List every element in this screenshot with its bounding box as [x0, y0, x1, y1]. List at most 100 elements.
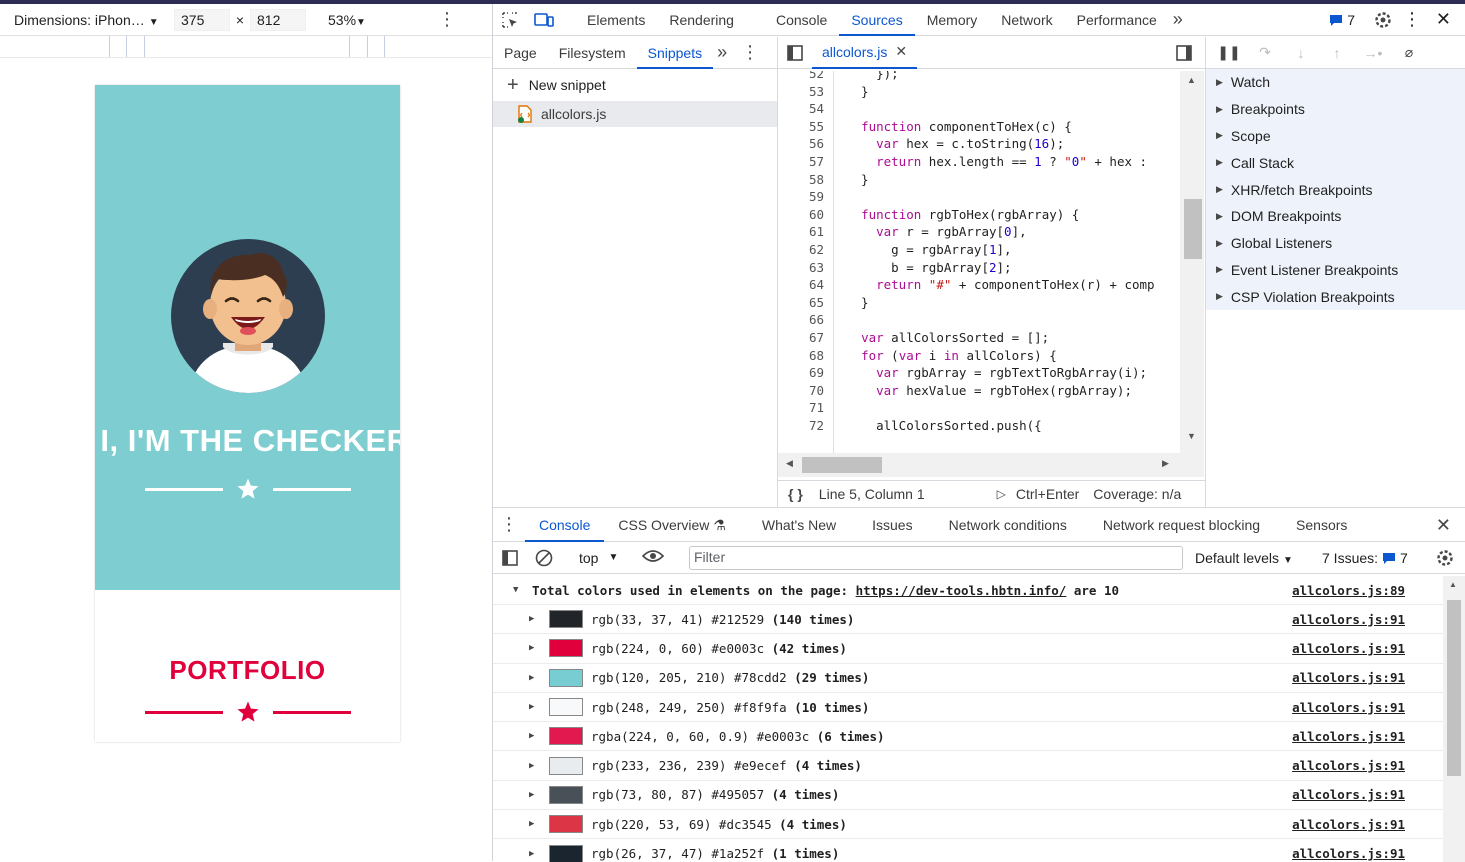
- close-devtools-icon[interactable]: ✕: [1436, 9, 1451, 30]
- code-line[interactable]: 56 var hex = c.toString(16);: [778, 135, 1178, 153]
- drawer-tab-console[interactable]: Console: [525, 508, 605, 542]
- console-color-row[interactable]: ▶ rgb(26, 37, 47) #1a252f (1 times) allcol…: [493, 839, 1443, 862]
- step-over-icon[interactable]: ↷: [1248, 44, 1282, 61]
- expanded-triangle-icon[interactable]: ▼: [513, 585, 518, 595]
- line-number[interactable]: 54: [778, 100, 824, 118]
- line-number[interactable]: 60: [778, 206, 824, 224]
- editor-file-tab[interactable]: allcolors.js ✕: [812, 37, 918, 69]
- debugger-section-csp-violation-breakpoints[interactable]: ▶ CSP Violation Breakpoints: [1206, 283, 1465, 310]
- console-source-link[interactable]: allcolors.js:91: [1292, 758, 1405, 773]
- console-source-link[interactable]: allcolors.js:91: [1292, 787, 1405, 802]
- debugger-section-scope[interactable]: ▶ Scope: [1206, 123, 1465, 150]
- tab-filesystem[interactable]: Filesystem: [548, 37, 637, 69]
- debugger-section-global-listeners[interactable]: ▶ Global Listeners: [1206, 230, 1465, 257]
- drawer-tab-css-overview[interactable]: CSS Overview ⚗: [604, 508, 739, 542]
- collapsed-triangle-icon[interactable]: ▶: [529, 614, 534, 624]
- emulated-page-viewport[interactable]: I, I'M THE CHECKER PORTFOLIO: [95, 85, 400, 742]
- media-query-ruler[interactable]: [0, 36, 492, 58]
- line-number[interactable]: 64: [778, 276, 824, 294]
- console-source-link[interactable]: allcolors.js:91: [1292, 846, 1405, 861]
- tab-elements[interactable]: Elements: [575, 4, 657, 36]
- console-color-row[interactable]: ▶ rgb(248, 249, 250) #f8f9fa (10 times) al…: [493, 693, 1443, 723]
- line-number[interactable]: 57: [778, 153, 824, 171]
- step-into-icon[interactable]: ↓: [1284, 45, 1318, 61]
- toggle-navigator-icon[interactable]: [778, 37, 812, 69]
- debugger-section-watch[interactable]: ▶ Watch: [1206, 69, 1465, 96]
- pretty-print-icon[interactable]: { }: [788, 486, 803, 502]
- line-number[interactable]: 62: [778, 241, 824, 259]
- drawer-tab-issues[interactable]: Issues: [858, 508, 926, 542]
- tab-performance[interactable]: Performance: [1065, 4, 1169, 36]
- live-expression-eye-icon[interactable]: [642, 549, 665, 566]
- debugger-section-call-stack[interactable]: ▶ Call Stack: [1206, 149, 1465, 176]
- tab-sources[interactable]: Sources: [839, 4, 915, 36]
- code-area[interactable]: 52 }); 53 } 54 55 function componentToHex(c…: [778, 71, 1178, 477]
- code-line[interactable]: 66: [778, 311, 1178, 329]
- line-number[interactable]: 71: [778, 399, 824, 417]
- drawer-tab-sensors[interactable]: Sensors: [1282, 508, 1361, 542]
- debugger-section-breakpoints[interactable]: ▶ Breakpoints: [1206, 96, 1465, 123]
- code-line[interactable]: 68 for (var i in allColors) {: [778, 347, 1178, 365]
- code-line[interactable]: 70 var hexValue = rgbToHex(rgbArray);: [778, 382, 1178, 400]
- line-number[interactable]: 65: [778, 294, 824, 312]
- code-line[interactable]: 62 g = rgbArray[1],: [778, 241, 1178, 259]
- code-line[interactable]: 67 var allColorsSorted = [];: [778, 329, 1178, 347]
- debugger-section-event-listener-breakpoints[interactable]: ▶ Event Listener Breakpoints: [1206, 257, 1465, 284]
- collapsed-triangle-icon[interactable]: ▶: [529, 643, 534, 653]
- collapsed-triangle-icon[interactable]: ▶: [529, 731, 534, 741]
- line-number[interactable]: 52: [778, 71, 824, 83]
- device-more-options-icon[interactable]: ⋮: [438, 9, 456, 30]
- line-number[interactable]: 58: [778, 171, 824, 189]
- drawer-tab-network-request-blocking[interactable]: Network request blocking: [1089, 508, 1274, 542]
- console-source-link[interactable]: allcolors.js:91: [1292, 641, 1405, 656]
- collapsed-triangle-icon[interactable]: ▶: [529, 702, 534, 712]
- code-line[interactable]: 54: [778, 100, 1178, 118]
- run-snippet-icon[interactable]: ▷: [997, 487, 1006, 501]
- inspect-element-icon[interactable]: [493, 4, 527, 36]
- zoom-dropdown[interactable]: 53%▼: [328, 12, 438, 28]
- code-line[interactable]: 58 }: [778, 171, 1178, 189]
- code-line[interactable]: 69 var rgbArray = rgbTextToRgbArray(i);: [778, 364, 1178, 382]
- line-number[interactable]: 56: [778, 135, 824, 153]
- settings-gear-icon[interactable]: [1373, 10, 1393, 30]
- close-tab-icon[interactable]: ✕: [895, 43, 907, 60]
- line-number[interactable]: 67: [778, 329, 824, 347]
- tab-memory[interactable]: Memory: [915, 4, 990, 36]
- drawer-tab-network-conditions[interactable]: Network conditions: [935, 508, 1081, 542]
- navigator-menu-icon[interactable]: ⋮: [741, 42, 759, 63]
- console-color-row[interactable]: ▶ rgb(120, 205, 210) #78cdd2 (29 times) al…: [493, 664, 1443, 693]
- drawer-tab-whats-new[interactable]: What's New: [748, 508, 850, 542]
- console-color-row[interactable]: ▶ rgb(224, 0, 60) #e0003c (42 times) allco…: [493, 634, 1443, 664]
- code-line[interactable]: 64 return "#" + componentToHex(r) + comp: [778, 276, 1178, 294]
- more-tabs-chevron-icon[interactable]: »: [1173, 9, 1183, 30]
- tab-page[interactable]: Page: [493, 37, 548, 69]
- console-sidebar-icon[interactable]: [493, 542, 527, 574]
- code-line[interactable]: 60 function rgbToHex(rgbArray) {: [778, 206, 1178, 224]
- width-input[interactable]: 375: [174, 8, 230, 31]
- editor-horizontal-scrollbar[interactable]: ◀ ▶: [778, 453, 1180, 477]
- console-scrollbar[interactable]: ▲: [1443, 576, 1465, 862]
- debugger-section-xhr-fetch-breakpoints[interactable]: ▶ XHR/fetch Breakpoints: [1206, 176, 1465, 203]
- tab-console[interactable]: Console: [764, 4, 839, 36]
- console-source-link[interactable]: allcolors.js:89: [1292, 583, 1405, 598]
- console-filter-input[interactable]: Filter: [689, 546, 1183, 570]
- line-number[interactable]: 53: [778, 83, 824, 101]
- line-number[interactable]: 69: [778, 364, 824, 382]
- tab-snippets[interactable]: Snippets: [636, 37, 714, 69]
- line-number[interactable]: 59: [778, 188, 824, 206]
- dimensions-dropdown[interactable]: Dimensions: iPhon… ▼: [14, 12, 174, 28]
- collapsed-triangle-icon[interactable]: ▶: [529, 673, 534, 683]
- line-number[interactable]: 68: [778, 347, 824, 365]
- code-line[interactable]: 71: [778, 399, 1178, 417]
- console-settings-gear-icon[interactable]: [1435, 548, 1455, 568]
- clear-console-icon[interactable]: [527, 542, 561, 574]
- log-levels-dropdown[interactable]: Default levels ▼: [1195, 550, 1293, 566]
- console-color-row[interactable]: ▶ rgb(33, 37, 41) #212529 (140 times) allc…: [493, 605, 1443, 635]
- console-source-link[interactable]: allcolors.js:91: [1292, 670, 1405, 685]
- debugger-section-dom-breakpoints[interactable]: ▶ DOM Breakpoints: [1206, 203, 1465, 230]
- line-number[interactable]: 72: [778, 417, 824, 435]
- snippet-file-item[interactable]: allcolors.js: [493, 101, 777, 127]
- line-number[interactable]: 66: [778, 311, 824, 329]
- line-number[interactable]: 61: [778, 223, 824, 241]
- toggle-debugger-icon[interactable]: [1167, 37, 1201, 69]
